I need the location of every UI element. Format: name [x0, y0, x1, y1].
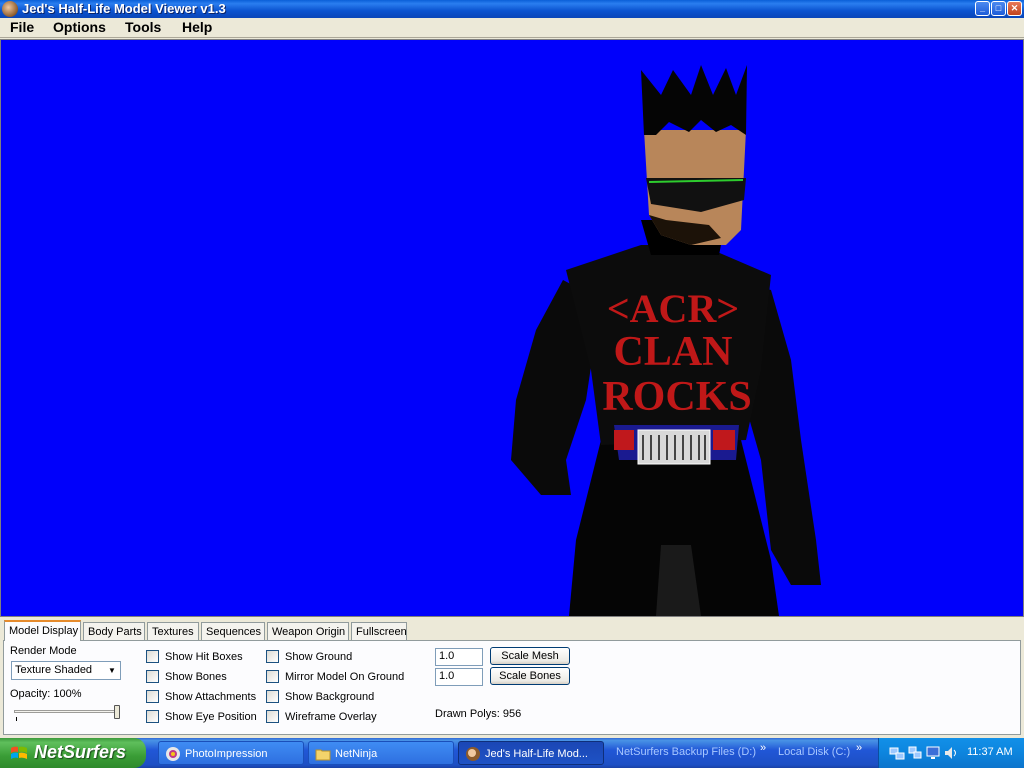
task-label: NetNinja [335, 748, 378, 760]
toolbar-chevron-1[interactable]: » [760, 742, 766, 754]
slider-tick [16, 717, 17, 721]
render-mode-value: Texture Shaded [15, 664, 93, 676]
menu-options[interactable]: Options [51, 19, 108, 35]
scale-bones-button[interactable]: Scale Bones [490, 667, 570, 685]
start-label: NetSurfers [34, 742, 127, 762]
checkbox-label: Show Background [285, 690, 375, 703]
start-button[interactable]: NetSurfers [0, 738, 146, 768]
menu-file[interactable]: File [8, 19, 36, 35]
close-button[interactable]: ✕ [1007, 1, 1022, 16]
windows-logo-icon [11, 746, 27, 759]
menu-tools[interactable]: Tools [123, 19, 163, 35]
checkbox-box[interactable] [146, 650, 159, 663]
scale-mesh-button[interactable]: Scale Mesh [490, 647, 570, 665]
scale-bones-input[interactable]: 1.0 [435, 668, 483, 686]
tab-model-display[interactable]: Model Display [4, 620, 81, 641]
checkbox-box[interactable] [146, 710, 159, 723]
tab-body-parts[interactable]: Body Parts [83, 622, 145, 641]
folder-icon [315, 749, 331, 761]
wireframe-overlay-checkbox[interactable]: Wireframe Overlay [266, 710, 377, 723]
show-eye-position-checkbox[interactable]: Show Eye Position [146, 710, 257, 723]
checkbox-label: Show Eye Position [165, 710, 257, 723]
checkbox-label: Show Hit Boxes [165, 650, 243, 663]
menu-help[interactable]: Help [180, 19, 214, 35]
maximize-button[interactable]: □ [991, 1, 1006, 16]
checkbox-label: Wireframe Overlay [285, 710, 377, 723]
toolbar-chevron-2[interactable]: » [856, 742, 862, 754]
checkbox-box[interactable] [266, 670, 279, 683]
render-mode-select[interactable]: Texture Shaded ▼ [11, 661, 121, 680]
opacity-label: Opacity: 100% [10, 688, 82, 700]
app-icon [466, 747, 480, 761]
taskbar: NetSurfers PhotoImpression NetNinja Jed'… [0, 738, 1024, 768]
task-label: PhotoImpression [185, 748, 268, 760]
network-connection-icon[interactable] [907, 745, 923, 761]
checkbox-box[interactable] [266, 650, 279, 663]
show-attachments-checkbox[interactable]: Show Attachments [146, 690, 256, 703]
slider-track [14, 710, 118, 713]
slider-thumb[interactable] [114, 705, 120, 719]
photoimpression-icon [166, 747, 180, 761]
toolbar-local-disk[interactable]: Local Disk (C:) [778, 746, 850, 758]
scale-mesh-input[interactable]: 1.0 [435, 648, 483, 666]
model-viewport[interactable]: <ACR> CLAN ROCKS [0, 39, 1024, 617]
checkbox-label: Show Attachments [165, 690, 257, 703]
monitor-icon[interactable] [925, 745, 941, 761]
render-mode-label: Render Mode [10, 645, 77, 657]
task-photoimpression[interactable]: PhotoImpression [158, 741, 304, 765]
network-icon[interactable] [889, 745, 905, 761]
minimize-button[interactable]: _ [975, 1, 990, 16]
shirt-text-line-2: CLAN [613, 329, 732, 375]
tab-fullscreen[interactable]: Fullscreen [351, 622, 407, 641]
chevron-down-icon[interactable]: ▼ [104, 662, 120, 679]
tab-weapon-origin[interactable]: Weapon Origin [267, 622, 349, 641]
checkbox-box[interactable] [146, 690, 159, 703]
shirt-text-line-3: ROCKS [602, 374, 751, 420]
tab-sequences[interactable]: Sequences [201, 622, 265, 641]
task-jeds-model-viewer[interactable]: Jed's Half-Life Mod... [458, 741, 604, 765]
show-ground-checkbox[interactable]: Show Ground [266, 650, 352, 663]
checkbox-box[interactable] [266, 690, 279, 703]
show-hit-boxes-checkbox[interactable]: Show Hit Boxes [146, 650, 243, 663]
checkbox-label: Mirror Model On Ground [285, 670, 405, 683]
clock[interactable]: 11:37 AM [967, 746, 1013, 758]
mirror-model-checkbox[interactable]: Mirror Model On Ground [266, 670, 404, 683]
drawn-polys-readout: Drawn Polys: 956 [435, 708, 522, 720]
volume-icon[interactable] [943, 745, 959, 761]
tab-textures[interactable]: Textures [147, 622, 199, 641]
show-background-checkbox[interactable]: Show Background [266, 690, 374, 703]
title-bar[interactable]: Jed's Half-Life Model Viewer v1.3 _ □ ✕ [0, 0, 1024, 18]
shirt-text-line-1: <ACR> [607, 286, 739, 331]
character-model: <ACR> CLAN ROCKS [511, 65, 821, 616]
window-title: Jed's Half-Life Model Viewer v1.3 [22, 1, 226, 16]
checkbox-label: Show Ground [285, 650, 353, 663]
task-label: Jed's Half-Life Mod... [485, 748, 588, 760]
checkbox-label: Show Bones [165, 670, 227, 683]
show-bones-checkbox[interactable]: Show Bones [146, 670, 227, 683]
checkbox-box[interactable] [266, 710, 279, 723]
task-netninja[interactable]: NetNinja [308, 741, 454, 765]
app-icon[interactable] [2, 1, 18, 17]
opacity-slider[interactable] [11, 705, 121, 723]
toolbar-netsurfers-backup[interactable]: NetSurfers Backup Files (D:) [616, 746, 756, 758]
model-display-panel: Render Mode Texture Shaded ▼ Opacity: 10… [3, 640, 1021, 735]
checkbox-box[interactable] [146, 670, 159, 683]
app-window: Jed's Half-Life Model Viewer v1.3 _ □ ✕ … [0, 0, 1024, 738]
menu-bar: File Options Tools Help [0, 18, 1024, 38]
system-tray: 11:37 AM [878, 738, 1024, 768]
